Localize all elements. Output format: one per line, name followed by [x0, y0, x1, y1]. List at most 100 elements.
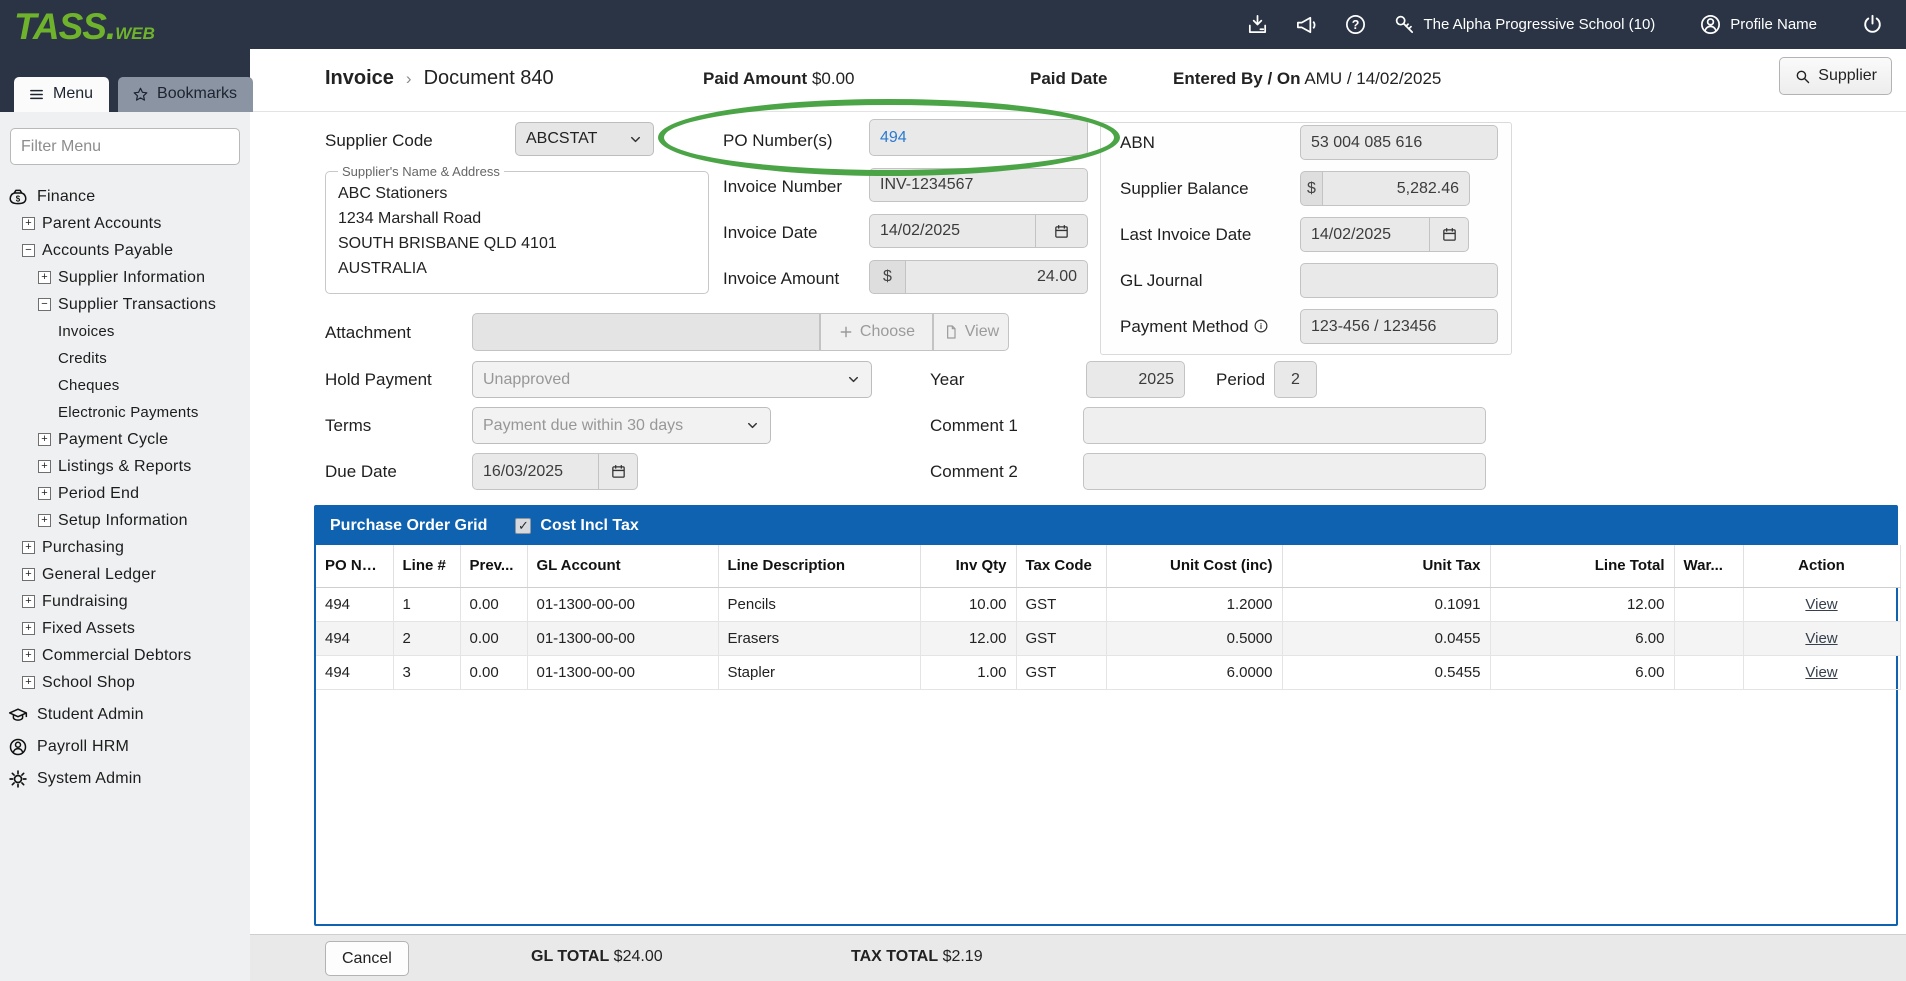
cell-line-total: 6.00 [1490, 621, 1674, 655]
due-date-field[interactable] [472, 453, 599, 490]
view-link[interactable]: View [1805, 664, 1837, 681]
tab-bookmarks[interactable]: Bookmarks [118, 77, 253, 112]
key-icon [1393, 13, 1416, 36]
cell-war- [1674, 655, 1743, 689]
supplier-code-select[interactable]: ABCSTAT [515, 122, 654, 156]
footer-bar: Cancel GL TOTAL $24.00 TAX TOTAL $2.19 [250, 934, 1906, 981]
sidebar-item-label: Fixed Assets [42, 620, 135, 638]
sidebar-item-setup-information[interactable]: + Setup Information [0, 507, 250, 534]
sidebar-item-cheques[interactable]: Cheques [0, 372, 250, 399]
sidebar-item-label: Payment Cycle [58, 431, 168, 449]
sidebar-item-purchasing[interactable]: +Purchasing [0, 534, 250, 561]
column-header-war-: War... [1674, 545, 1743, 587]
sidebar-item-invoices[interactable]: Invoices [0, 318, 250, 345]
expand-icon[interactable]: + [38, 460, 51, 473]
sidebar-item-payroll-hrm[interactable]: Payroll HRM [0, 733, 250, 760]
filter-menu-input[interactable] [10, 128, 240, 165]
expand-icon[interactable]: + [22, 676, 35, 689]
announcements-button[interactable] [1295, 13, 1318, 36]
supplier-address-box: Supplier's Name & Address ABC Stationers… [325, 164, 709, 294]
view-link[interactable]: View [1805, 596, 1837, 613]
sidebar-item-period-end[interactable]: +Period End [0, 480, 250, 507]
supplier-button[interactable]: Supplier [1779, 57, 1892, 95]
person-circle-icon [8, 737, 28, 757]
terms-select[interactable]: Payment due within 30 days [472, 407, 771, 444]
sidebar-item-system-admin[interactable]: System Admin [0, 765, 250, 792]
collapse-icon[interactable]: − [22, 244, 35, 257]
column-header-po-num: PO Num [316, 545, 393, 587]
payment-method-label: Payment Method [1120, 317, 1269, 337]
cost-incl-tax-checkbox[interactable]: ✓ [515, 518, 531, 534]
comment1-field[interactable] [1083, 407, 1486, 444]
payment-method-field [1300, 309, 1498, 344]
expand-icon[interactable]: + [38, 433, 51, 446]
expand-icon[interactable]: + [38, 271, 51, 284]
due-date-calendar-button[interactable] [598, 453, 638, 490]
school-selector[interactable]: The Alpha Progressive School (10) [1393, 13, 1656, 36]
expand-icon[interactable]: + [38, 487, 51, 500]
sidebar-item-fundraising[interactable]: +Fundraising [0, 588, 250, 615]
attachment-view-button[interactable]: View [933, 313, 1009, 351]
sidebar-item-label: School Shop [42, 674, 135, 692]
gear-icon [8, 769, 28, 789]
logout-button[interactable] [1861, 13, 1884, 36]
invoice-number-field[interactable] [869, 168, 1088, 202]
gl-total: GL TOTAL $24.00 [531, 948, 663, 966]
sidebar-item-label: Cheques [58, 377, 119, 394]
invoice-date-field[interactable] [869, 214, 1036, 248]
last-invoice-date-calendar-button[interactable] [1429, 217, 1469, 252]
sidebar-item-supplier-information[interactable]: +Supplier Information [0, 264, 250, 291]
view-link[interactable]: View [1805, 630, 1837, 647]
expand-icon[interactable]: + [22, 595, 35, 608]
comment2-field[interactable] [1083, 453, 1486, 490]
sidebar-item-label: Setup Information [58, 512, 188, 530]
invoice-amount-currency: $ [869, 260, 905, 294]
sidebar-item-finance[interactable]: Finance [0, 183, 250, 210]
cell-tax-code: GST [1016, 655, 1106, 689]
expand-icon[interactable]: + [22, 541, 35, 554]
invoice-amount-field[interactable] [905, 260, 1088, 294]
cell-line-: 1 [393, 587, 460, 621]
star-icon [132, 86, 149, 103]
expand-icon[interactable]: + [22, 568, 35, 581]
chevron-down-icon [846, 372, 861, 387]
profile-menu[interactable]: Profile Name [1699, 13, 1817, 36]
graduation-cap-icon [8, 705, 28, 725]
sidebar-item-label: Accounts Payable [42, 242, 173, 260]
hold-payment-select[interactable]: Unapproved [472, 361, 872, 398]
sidebar-item-parent-accounts[interactable]: +Parent Accounts [0, 210, 250, 237]
sidebar-item-student-admin[interactable]: Student Admin [0, 701, 250, 728]
tab-menu[interactable]: Menu [14, 77, 109, 112]
attachment-field[interactable] [472, 313, 820, 351]
supplier-balance-currency: $ [1300, 171, 1322, 206]
last-invoice-date-field[interactable] [1300, 217, 1430, 252]
column-header-line-total: Line Total [1490, 545, 1674, 587]
sidebar-item-label: Commercial Debtors [42, 647, 191, 665]
sidebar-item-payment-cycle[interactable]: + Payment Cycle [0, 426, 250, 453]
expand-icon[interactable]: + [22, 649, 35, 662]
sidebar-item-electronic-payments[interactable]: Electronic Payments [0, 399, 250, 426]
sidebar-item-accounts-payable[interactable]: −Accounts Payable [0, 237, 250, 264]
sidebar-item-supplier-transactions[interactable]: −Supplier Transactions [0, 291, 250, 318]
breadcrumb-invoice[interactable]: Invoice [325, 67, 394, 90]
help-button[interactable] [1344, 13, 1367, 36]
sidebar-item-general-ledger[interactable]: +General Ledger [0, 561, 250, 588]
invoice-amount-label: Invoice Amount [723, 269, 839, 289]
sidebar-item-fixed-assets[interactable]: + Fixed Assets [0, 615, 250, 642]
column-header-action: Action [1743, 545, 1900, 587]
sidebar-item-credits[interactable]: Credits [0, 345, 250, 372]
sidebar-item-commercial-debtors[interactable]: + Commercial Debtors [0, 642, 250, 669]
invoice-date-calendar-button[interactable] [1035, 214, 1088, 248]
po-numbers-field[interactable] [869, 119, 1088, 156]
cancel-button[interactable]: Cancel [325, 941, 409, 976]
expand-icon[interactable]: + [22, 217, 35, 230]
sidebar-item-school-shop[interactable]: + School Shop [0, 669, 250, 696]
tax-total: TAX TOTAL $2.19 [851, 948, 983, 966]
collapse-icon[interactable]: − [38, 298, 51, 311]
sidebar-item-listings-reports[interactable]: +Listings & Reports [0, 453, 250, 480]
attachment-choose-button[interactable]: Choose [820, 313, 933, 351]
info-icon[interactable] [1253, 318, 1269, 334]
expand-icon[interactable]: + [22, 622, 35, 635]
expand-icon[interactable]: + [38, 514, 51, 527]
download-button[interactable] [1246, 13, 1269, 36]
